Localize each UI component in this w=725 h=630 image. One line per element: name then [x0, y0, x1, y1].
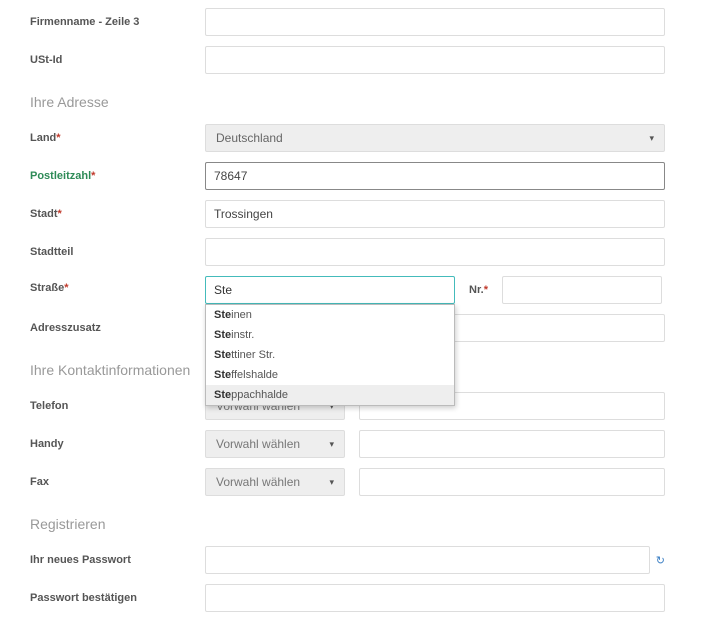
country-value: Deutschland: [216, 131, 283, 145]
fax-prefix-select[interactable]: Vorwahl wählen ▾: [205, 468, 345, 496]
refresh-icon[interactable]: ↻: [656, 554, 665, 567]
zip-input[interactable]: [205, 162, 665, 190]
autocomplete-item[interactable]: Steffelshalde: [206, 365, 454, 385]
country-label: Land*: [30, 132, 205, 144]
phone-label: Telefon: [30, 400, 205, 412]
company-line3-input[interactable]: [205, 8, 665, 36]
street-label: Straße*: [30, 276, 205, 294]
city-label: Stadt*: [30, 208, 205, 220]
fax-label: Fax: [30, 476, 205, 488]
new-password-label: Ihr neues Passwort: [30, 554, 205, 566]
vat-id-label: USt-Id: [30, 54, 205, 66]
new-password-input[interactable]: [205, 546, 650, 574]
company-line3-label: Firmenname - Zeile 3: [30, 16, 205, 28]
fax-number-input[interactable]: [359, 468, 665, 496]
street-autocomplete[interactable]: SteinenSteinstr.Stettiner Str.Steffelsha…: [205, 304, 455, 406]
mobile-number-input[interactable]: [359, 430, 665, 458]
autocomplete-item[interactable]: Steppachhalde: [206, 385, 454, 405]
autocomplete-item[interactable]: Steinen: [206, 305, 454, 325]
nr-label: Nr.*: [469, 284, 488, 296]
district-input[interactable]: [205, 238, 665, 266]
nr-input[interactable]: [502, 276, 662, 304]
addr-suffix-label: Adresszusatz: [30, 322, 205, 334]
mobile-label: Handy: [30, 438, 205, 450]
street-input[interactable]: [205, 276, 455, 304]
autocomplete-item[interactable]: Stettiner Str.: [206, 345, 454, 365]
city-input[interactable]: [205, 200, 665, 228]
district-label: Stadtteil: [30, 246, 205, 258]
confirm-password-input[interactable]: [205, 584, 665, 612]
section-address-heading: Ihre Adresse: [30, 94, 695, 110]
zip-label: Postleitzahl*: [30, 170, 205, 182]
mobile-prefix-select[interactable]: Vorwahl wählen ▾: [205, 430, 345, 458]
autocomplete-item[interactable]: Steinstr.: [206, 325, 454, 345]
chevron-down-icon: ▾: [329, 477, 334, 488]
chevron-down-icon: ▾: [649, 133, 654, 144]
country-select[interactable]: Deutschland ▾: [205, 124, 665, 152]
confirm-password-label: Passwort bestätigen: [30, 592, 205, 604]
vat-id-input[interactable]: [205, 46, 665, 74]
chevron-down-icon: ▾: [329, 439, 334, 450]
